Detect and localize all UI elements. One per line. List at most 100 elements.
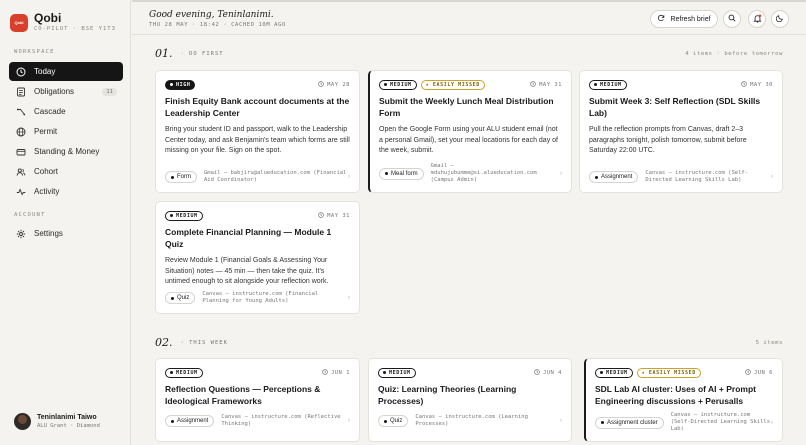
notifications-button[interactable]: [748, 10, 766, 28]
workspace-label: WORKSPACE: [14, 49, 55, 55]
sidebar-item-label: Cohort: [34, 167, 59, 176]
task-title: Submit the Weekly Lunch Meal Distributio…: [379, 96, 554, 118]
easily-missed-badge: ★ EASILY MISSED: [636, 367, 701, 378]
sidebar-item-label: Today: [34, 67, 56, 76]
task-title: Submit Week 3: Self Reflection (SDL Skil…: [589, 96, 761, 118]
sidebar-item-cascade[interactable]: Cascade: [9, 102, 123, 121]
sidebar-item-today[interactable]: Today: [9, 62, 123, 81]
bell-icon: [752, 13, 762, 25]
task-source: Canvas — instructure.com (Self-Directed …: [645, 170, 749, 183]
clock-icon: [318, 80, 324, 89]
task-type-chip: Quiz: [378, 415, 409, 427]
people-icon: [15, 166, 27, 178]
task-description: Review Module 1 (Financial Goals & Asses…: [165, 257, 329, 285]
task-card[interactable]: MEDIUM ★ EASILY MISSED MAY 31 Submit the…: [368, 70, 572, 193]
task-type-chip: Assignment: [165, 415, 215, 427]
sidebar-item-permit[interactable]: Permit: [9, 122, 123, 141]
user-profile[interactable]: Teninlanimi Taiwo ALU Grant · Diamond: [14, 413, 100, 430]
task-source: Canvas — instructure.com (Financial Plan…: [202, 291, 319, 304]
due-date: JUN 1: [322, 368, 350, 377]
wallet-icon: [15, 146, 27, 158]
priority-badge: MEDIUM: [378, 367, 416, 378]
sidebar-item-settings[interactable]: Settings: [9, 224, 123, 243]
sidebar-item-label: Settings: [34, 229, 63, 238]
task-title: Quiz: Learning Theories (Learning Proces…: [378, 384, 517, 406]
chevron-right-icon: ›: [771, 419, 773, 426]
section-header-this-week: 02. · THIS WEEK 5 items: [155, 336, 783, 349]
easily-missed-badge: ★ EASILY MISSED: [420, 79, 485, 90]
user-subtitle: ALU Grant · Diamond: [37, 423, 100, 429]
sidebar-item-activity[interactable]: Activity: [9, 182, 123, 201]
task-source: Canvas — instructure.com (Learning Proce…: [415, 414, 528, 427]
sidebar-item-obligations[interactable]: Obligations 11: [9, 82, 123, 101]
task-card[interactable]: MEDIUM MAY 30 Submit Week 3: Self Reflec…: [579, 70, 783, 193]
chevron-right-icon: ›: [348, 174, 350, 180]
theme-toggle-button[interactable]: [771, 10, 789, 28]
due-date: MAY 30: [741, 80, 773, 89]
task-card[interactable]: HIGH MAY 28 Finish Equity Bank account d…: [155, 70, 360, 193]
sidebar: Qobi Qobi CO-PILOT · BSE Y1T3 WORKSPACE …: [0, 0, 131, 445]
section-count: 5 items: [755, 339, 783, 346]
refresh-icon: [657, 14, 665, 24]
sidebar-item-cohort[interactable]: Cohort: [9, 162, 123, 181]
task-type-chip: Assignment cluster: [595, 416, 664, 429]
task-card[interactable]: MEDIUM ★ EASILY MISSED JUN 6 SDL Lab AI …: [584, 358, 783, 442]
refresh-brief-button[interactable]: Refresh brief: [650, 10, 718, 28]
due-date: MAY 31: [318, 211, 350, 220]
sidebar-item-label: Activity: [34, 187, 60, 196]
task-description: Open the Google Form using your ALU stud…: [379, 126, 558, 154]
priority-badge: MEDIUM: [379, 79, 417, 90]
task-title: Reflection Questions — Perceptions & Ide…: [165, 384, 321, 406]
task-source: Gmail — babjiru@alueducation.com (Financ…: [204, 170, 347, 183]
cascade-icon: [15, 106, 27, 118]
obligations-count-badge: 11: [102, 87, 117, 96]
search-button[interactable]: [723, 10, 741, 28]
task-title: SDL Lab AI cluster: Uses of AI + Prompt …: [595, 384, 756, 406]
priority-badge: HIGH: [165, 79, 196, 90]
greeting: Good evening, Teninlanimi.: [149, 10, 274, 20]
task-source: Canvas — instructure.com (Reflective Thi…: [221, 414, 341, 427]
clock-icon: [745, 368, 751, 377]
section-number: 02.: [155, 336, 173, 349]
app-name: Qobi: [34, 11, 62, 25]
clock-icon: [534, 368, 540, 377]
task-source: Gmail — mduhujubumme@si.alueducation.com…: [430, 163, 537, 183]
list-icon: [15, 86, 27, 98]
task-description: Bring your student ID and passport, walk…: [165, 126, 350, 154]
section-label: · THIS WEEK: [180, 339, 228, 346]
clock-icon: [530, 80, 536, 89]
section-label: · DO FIRST: [180, 50, 224, 57]
sidebar-item-label: Permit: [34, 127, 58, 136]
search-icon: [728, 14, 736, 24]
due-date: MAY 28: [318, 80, 350, 89]
moon-icon: [775, 14, 784, 24]
top-header: Good evening, Teninlanimi. THU 28 MAY · …: [132, 0, 806, 35]
priority-badge: MEDIUM: [165, 367, 203, 378]
avatar: [14, 413, 31, 430]
task-card[interactable]: MEDIUM MAY 31 Complete Financial Plannin…: [155, 201, 360, 314]
app-subtitle: CO-PILOT · BSE Y1T3: [34, 26, 116, 32]
task-type-chip: Form: [165, 171, 197, 183]
sidebar-item-standing-money[interactable]: Standing & Money: [9, 142, 123, 161]
user-name: Teninlanimi Taiwo: [37, 414, 97, 421]
due-date: JUN 4: [534, 368, 562, 377]
brand[interactable]: Qobi Qobi CO-PILOT · BSE Y1T3: [10, 12, 116, 33]
clock-icon: [741, 80, 747, 89]
section-count: 4 items · before tomorrow: [685, 50, 783, 57]
task-type-chip: Meal form: [379, 167, 424, 180]
task-type-chip: Assignment: [589, 171, 639, 183]
chevron-right-icon: ›: [560, 418, 562, 424]
chevron-right-icon: ›: [560, 170, 562, 177]
task-card[interactable]: MEDIUM JUN 4 Quiz: Learning Theories (Le…: [368, 358, 572, 442]
priority-badge: MEDIUM: [589, 79, 627, 90]
activity-icon: [15, 186, 27, 198]
sidebar-item-label: Cascade: [34, 107, 66, 116]
task-type-chip: Quiz: [165, 292, 196, 304]
task-title: Complete Financial Planning — Module 1 Q…: [165, 227, 332, 249]
task-card[interactable]: MEDIUM JUN 1 Reflection Questions — Perc…: [155, 358, 360, 442]
clock-icon: [15, 66, 27, 78]
task-title: Finish Equity Bank account documents at …: [165, 96, 350, 118]
section-header-do-first: 01. · DO FIRST 4 items · before tomorrow: [155, 47, 783, 60]
clock-icon: [322, 368, 328, 377]
due-date: JUN 6: [745, 368, 773, 377]
